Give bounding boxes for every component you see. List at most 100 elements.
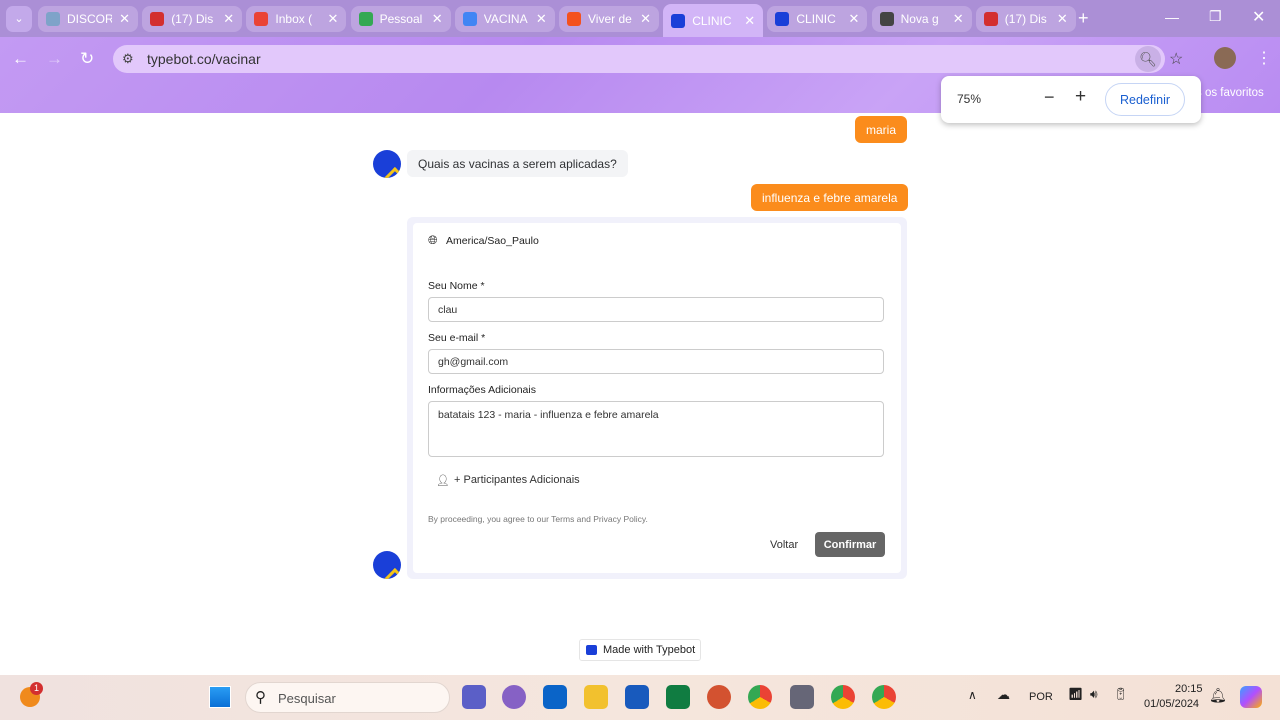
powerpoint-icon[interactable] <box>707 685 731 709</box>
browser-tab[interactable]: Pessoal ✕ <box>350 6 451 32</box>
close-tab-icon[interactable]: ✕ <box>223 11 234 27</box>
zoom-out-button[interactable]: − <box>1044 87 1055 108</box>
tab-favicon-icon <box>150 12 165 26</box>
close-tab-icon[interactable]: ✕ <box>1057 11 1068 27</box>
chrome-profile-2-icon[interactable] <box>872 685 896 709</box>
form-card: 🌐︎ America/Sao_Paulo Seu Nome * clau Seu… <box>407 217 907 579</box>
tab-favicon-icon <box>462 12 477 26</box>
copilot-icon[interactable] <box>502 685 526 709</box>
tab-title: CLINIC <box>796 12 836 26</box>
tab-strip: ⌄ DISCOR ✕ (17) Dis ✕ Inbox (✕ Pessoal ✕ VACINA… <box>0 0 1280 37</box>
browser-tab[interactable]: Nova g ✕ <box>871 6 972 32</box>
all-bookmarks-label[interactable]: s os favoritos <box>1196 87 1264 99</box>
add-user-icon: 👤︎ <box>436 475 450 487</box>
battery-icon[interactable]: 🔋︎ <box>1113 687 1128 701</box>
notifications-bell-icon[interactable]: 🔔︎ <box>1209 687 1227 704</box>
add-participants-button[interactable]: + Participantes Adicionais <box>454 474 580 486</box>
tab-favicon-icon <box>358 12 373 26</box>
tab-title: (17) Dis <box>1004 12 1047 26</box>
chrome-profile-icon[interactable] <box>831 685 855 709</box>
close-tab-icon[interactable]: ✕ <box>953 11 964 27</box>
back-button[interactable]: Voltar <box>770 539 798 551</box>
browser-tab[interactable]: CLINIC ✕ <box>663 4 764 37</box>
back-icon[interactable]: ← <box>12 49 29 69</box>
tab-favicon-icon <box>254 12 269 26</box>
tab-favicon-icon <box>46 12 60 26</box>
teams-icon[interactable] <box>462 685 486 709</box>
email-input[interactable]: gh@gmail.com <box>428 349 884 374</box>
profile-avatar[interactable] <box>1214 47 1236 69</box>
close-tab-icon[interactable]: ✕ <box>848 11 859 27</box>
volume-icon[interactable]: 🔊︎ <box>1090 687 1098 702</box>
reload-icon[interactable]: ↻ <box>80 49 94 69</box>
onedrive-icon[interactable]: ☁ <box>997 687 1010 703</box>
consent-text: By proceeding, you agree to our Terms an… <box>428 514 648 524</box>
clock-date[interactable]: 01/05/2024 <box>1144 698 1199 710</box>
bookmark-star-icon[interactable]: ☆ <box>1169 49 1183 69</box>
clock-time[interactable]: 20:15 <box>1175 683 1203 695</box>
made-with-text: Made with Typebot <box>603 644 696 656</box>
new-tab-button[interactable]: + <box>1078 8 1089 29</box>
made-with-typebot-link[interactable]: Made with Typebot <box>579 639 701 661</box>
chrome-icon[interactable] <box>748 685 772 709</box>
bot-avatar <box>373 150 401 178</box>
tab-search-button[interactable]: ⌄ <box>6 6 32 32</box>
menu-icon[interactable]: ⋮ <box>1256 48 1272 68</box>
tab-title: DISCOR <box>67 12 113 26</box>
name-label: Seu Nome * <box>428 280 485 292</box>
tab-title: Pessoal <box>379 12 423 26</box>
search-placeholder: Pesquisar <box>278 691 336 706</box>
site-settings-icon[interactable]: ⚙ <box>122 51 134 67</box>
address-bar[interactable]: ⚙ typebot.co/vacinar 🔍︎ ☆ <box>113 45 1183 73</box>
zoom-icon[interactable]: 🔍︎ <box>1135 46 1161 72</box>
close-tab-icon[interactable]: ✕ <box>744 13 755 29</box>
confirm-button[interactable]: Confirmar <box>815 532 885 557</box>
browser-tab[interactable]: (17) Dis ✕ <box>975 6 1076 32</box>
browser-tab[interactable]: CLINIC ✕ <box>767 6 868 32</box>
tab-title: VACINA <box>483 12 528 26</box>
word-icon[interactable] <box>625 685 649 709</box>
file-explorer-icon[interactable] <box>584 685 608 709</box>
minimize-button[interactable]: — <box>1165 9 1179 25</box>
close-tab-icon[interactable]: ✕ <box>327 11 338 27</box>
user-message: maria <box>855 116 908 143</box>
tab-favicon-icon <box>671 13 686 28</box>
zoom-popup: 75% − + Redefinir <box>941 76 1201 123</box>
excel-icon[interactable] <box>666 685 690 709</box>
close-window-button[interactable]: ✕ <box>1252 7 1265 27</box>
wifi-icon[interactable]: 📶︎ <box>1068 687 1083 701</box>
start-button[interactable] <box>209 686 231 708</box>
url-text: typebot.co/vacinar <box>147 51 261 67</box>
close-tab-icon[interactable]: ✕ <box>432 11 443 27</box>
taskbar-search[interactable]: ⚲ Pesquisar <box>245 682 450 713</box>
restore-button[interactable]: ❐ <box>1209 8 1222 25</box>
browser-tab[interactable]: VACINA ✕ <box>454 6 555 32</box>
tab-favicon-icon <box>567 12 581 26</box>
close-tab-icon[interactable]: ✕ <box>640 11 651 27</box>
zoom-reset-button[interactable]: Redefinir <box>1105 83 1185 116</box>
taskbar: 1 ⚲ Pesquisar ∧ ☁ POR 📶︎ 🔊︎ 🔋︎ 20:15 01/… <box>0 675 1280 720</box>
browser-tab[interactable]: Viver de ✕ <box>559 6 659 32</box>
info-textarea[interactable]: batatais 123 - maria - influenza e febre… <box>428 401 884 457</box>
browser-tab[interactable]: Inbox ( ✕ <box>246 6 347 32</box>
tab-favicon-icon <box>879 12 894 26</box>
tab-title: Viver de <box>588 12 632 26</box>
zoom-in-button[interactable]: + <box>1075 86 1086 108</box>
tray-chevron-icon[interactable]: ∧ <box>968 688 977 702</box>
language-indicator[interactable]: POR <box>1029 691 1053 703</box>
calculator-icon[interactable] <box>790 685 814 709</box>
bot-message: Quais as vacinas a serem aplicadas? <box>407 150 628 177</box>
globe-icon: 🌐︎ <box>428 233 438 247</box>
outlook-icon[interactable] <box>543 685 567 709</box>
browser-tab[interactable]: (17) Dis ✕ <box>142 6 243 32</box>
browser-tab[interactable]: DISCOR ✕ <box>38 6 138 32</box>
close-tab-icon[interactable]: ✕ <box>536 11 547 27</box>
email-label: Seu e-mail * <box>428 332 486 344</box>
forward-icon[interactable]: → <box>46 49 63 69</box>
name-input[interactable]: clau <box>428 297 884 322</box>
close-tab-icon[interactable]: ✕ <box>119 11 130 27</box>
bot-avatar <box>373 551 401 579</box>
copilot-pre-icon[interactable] <box>1240 686 1262 708</box>
tab-title: Inbox ( <box>275 12 313 26</box>
tab-title: CLINIC <box>692 13 732 28</box>
